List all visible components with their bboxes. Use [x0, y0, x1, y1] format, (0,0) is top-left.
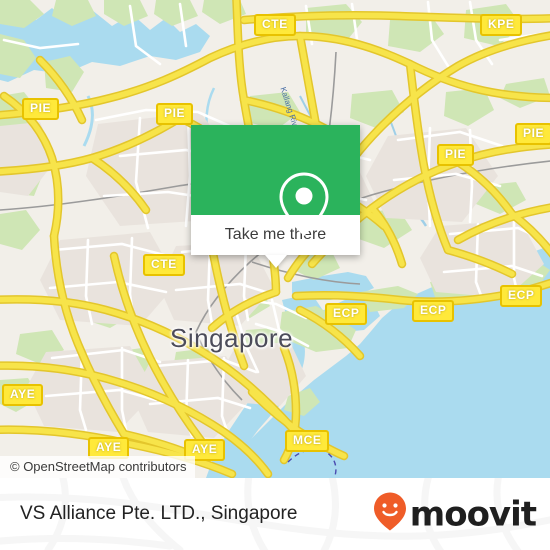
place-title: VS Alliance Pte. LTD., Singapore [20, 503, 298, 524]
road-shield-pie: PIE [22, 98, 60, 120]
road-shield-aye: AYE [2, 384, 44, 406]
popup-header [191, 125, 360, 237]
moovit-wordmark: moovit [409, 494, 537, 534]
road-shield-ecp: ECP [500, 285, 543, 307]
moovit-logo[interactable]: moovit [373, 492, 537, 537]
map-city-label: Singapore [170, 323, 294, 353]
road-shield-kpe: KPE [480, 14, 523, 36]
road-shield-ecp: ECP [412, 300, 455, 322]
road-shield-mce: MCE [285, 430, 330, 452]
footer-bar: VS Alliance Pte. LTD., Singapore moovit [0, 478, 550, 550]
moovit-smile-pin-icon [373, 492, 407, 537]
road-shield-pie: PIE [437, 144, 475, 166]
road-shield-pie: PIE [156, 103, 194, 125]
road-shield-cte: CTE [143, 254, 185, 276]
road-shield-pie: PIE [515, 123, 550, 145]
road-shield-ecp: ECP [325, 303, 368, 325]
popup-pointer [264, 255, 287, 268]
place-popup-card[interactable]: Take me there [191, 125, 360, 268]
road-shield-cte: CTE [254, 14, 296, 36]
osm-attribution[interactable]: © OpenStreetMap contributors [0, 456, 195, 478]
map-canvas[interactable]: Singapore Kallang River CTE KPE PIE PIE PIE P… [0, 0, 550, 478]
map-page: Singapore Kallang River CTE KPE PIE PIE PIE P… [0, 0, 550, 550]
